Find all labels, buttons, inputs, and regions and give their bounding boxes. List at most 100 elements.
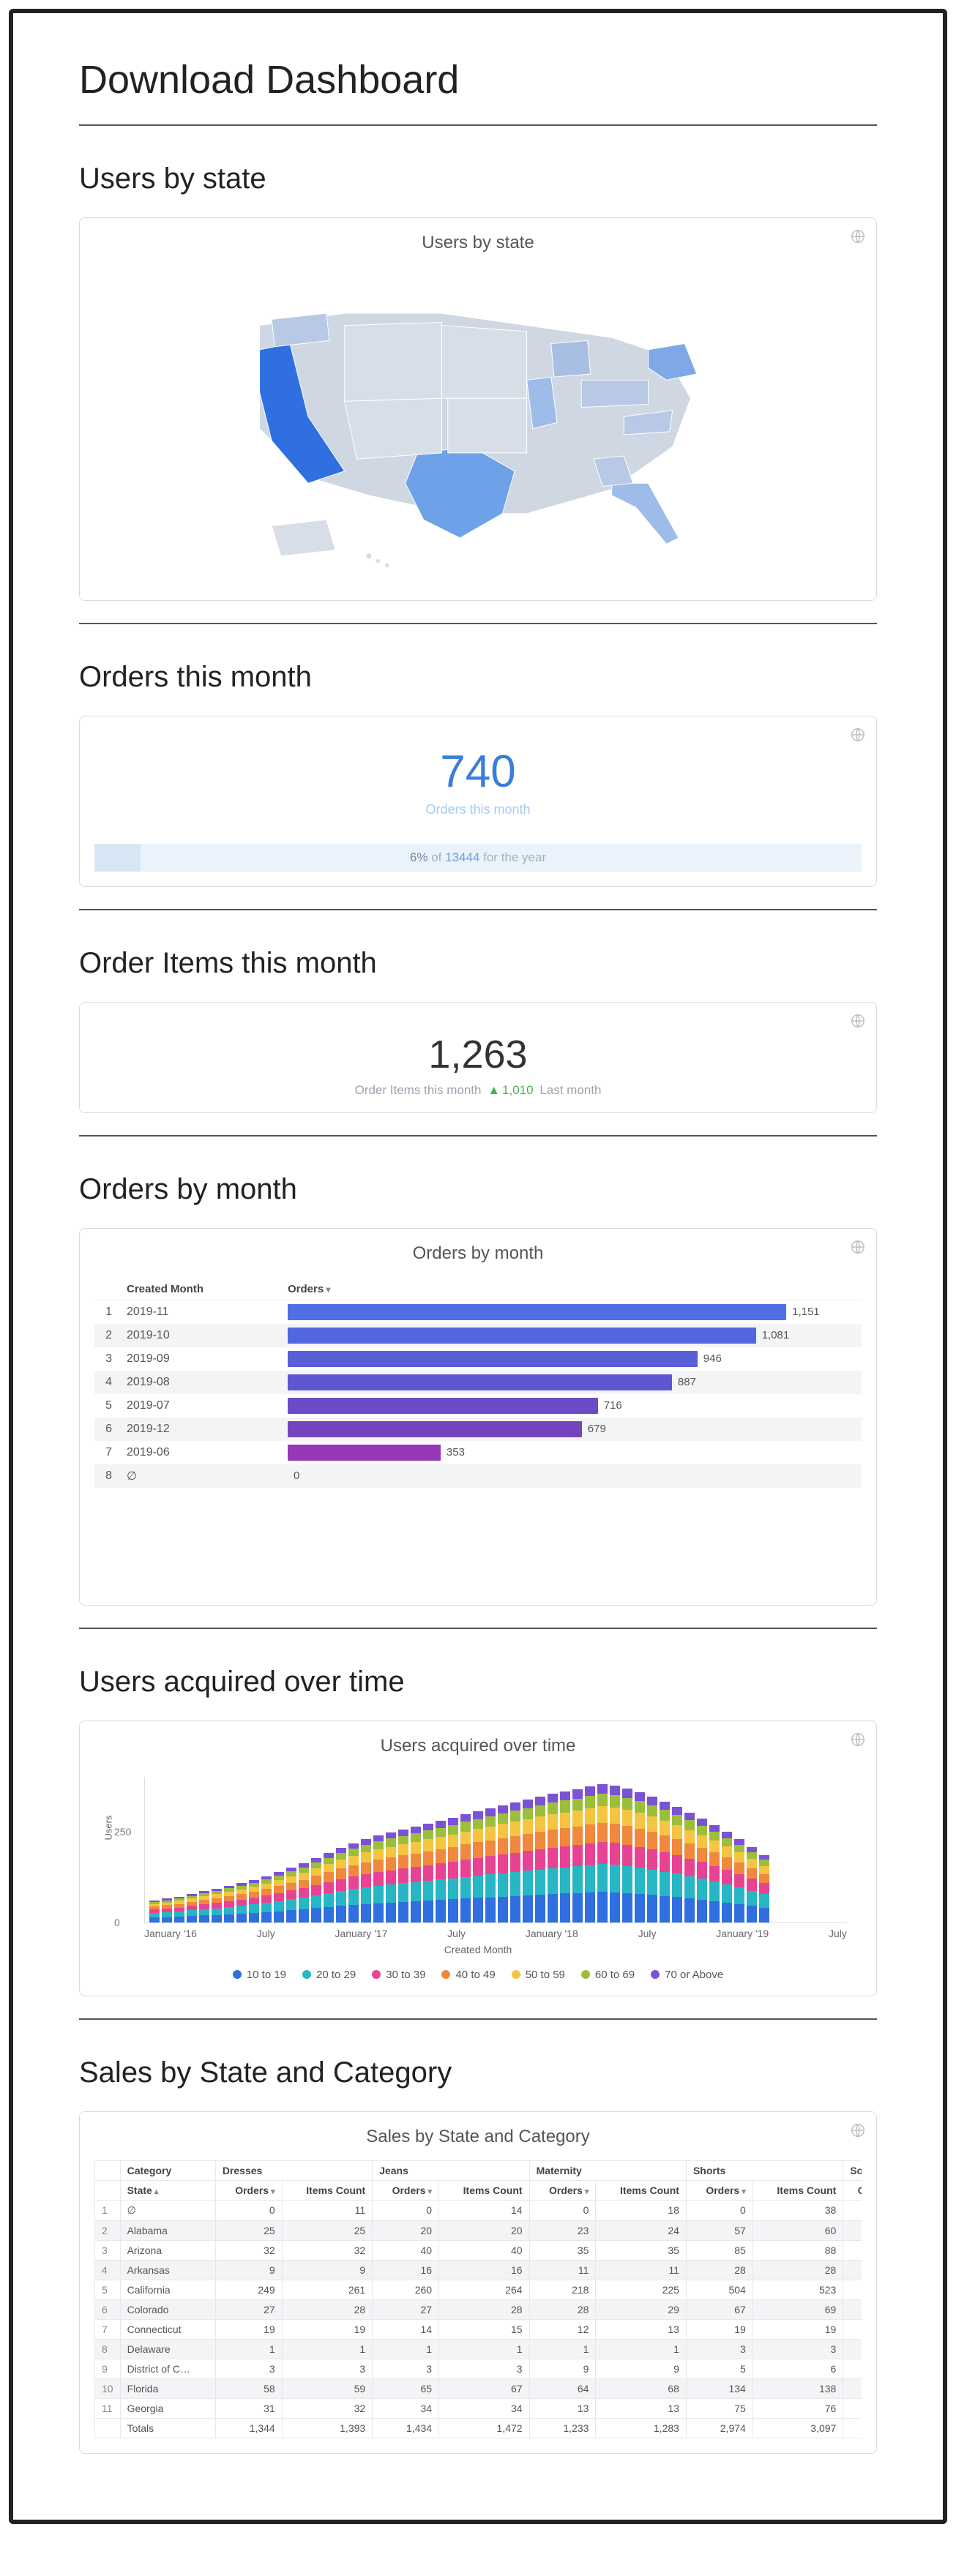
table-row[interactable]: 5California249261260264218225504523 <box>95 2280 862 2299</box>
chart-bar[interactable] <box>336 1848 346 1922</box>
col-created-month[interactable]: Created Month <box>119 1277 280 1300</box>
globe-icon[interactable] <box>850 1013 866 1029</box>
orders-this-month-value[interactable]: 740 <box>94 746 862 798</box>
chart-bar[interactable] <box>199 1891 209 1922</box>
legend-item[interactable]: 10 to 19 <box>233 1969 286 1981</box>
legend-item[interactable]: 60 to 69 <box>581 1969 635 1981</box>
chart-bar[interactable] <box>647 1797 657 1922</box>
col-orders[interactable]: Orders <box>280 1277 862 1300</box>
chart-bar[interactable] <box>174 1897 184 1922</box>
legend-item[interactable]: 30 to 39 <box>372 1969 425 1981</box>
table-row[interactable]: 1∅011014018038 <box>95 2200 862 2220</box>
table-row[interactable]: 42019-08887 <box>94 1371 862 1394</box>
chart-bar[interactable] <box>572 1789 583 1922</box>
chart-bar[interactable] <box>373 1835 384 1922</box>
chart-bar[interactable] <box>523 1800 533 1922</box>
chart-bar[interactable] <box>311 1858 321 1922</box>
chart-bar[interactable] <box>212 1889 222 1922</box>
table-row[interactable]: 32019-09946 <box>94 1347 862 1371</box>
legend-item[interactable]: 50 to 59 <box>512 1969 565 1981</box>
col-state[interactable]: State <box>120 2180 215 2200</box>
chart-bar[interactable] <box>361 1839 371 1922</box>
chart-bar[interactable] <box>510 1802 520 1922</box>
table-row[interactable]: 6Colorado2728272828296769 <box>95 2299 862 2319</box>
chart-bar[interactable] <box>759 1855 769 1922</box>
table-row[interactable]: 22019-101,081 <box>94 1324 862 1347</box>
chart-bar[interactable] <box>324 1853 334 1922</box>
chart-bar[interactable] <box>236 1883 247 1922</box>
sales-by-state-table[interactable]: Category Dresses Jeans Maternity Shorts … <box>94 2160 862 2438</box>
chart-bar[interactable] <box>162 1898 172 1922</box>
chart-bar[interactable] <box>485 1808 496 1922</box>
table-row[interactable]: 11Georgia3132343413137576 <box>95 2398 862 2418</box>
chart-bar[interactable] <box>286 1868 296 1922</box>
col-socks-partial[interactable]: So <box>843 2160 862 2180</box>
chart-bar[interactable] <box>684 1813 695 1922</box>
col-dresses[interactable]: Dresses <box>215 2160 372 2180</box>
chart-bar[interactable] <box>224 1886 234 1922</box>
chart-bar[interactable] <box>560 1791 570 1922</box>
chart-bar[interactable] <box>299 1863 309 1922</box>
order-items-value[interactable]: 1,263 <box>94 1032 862 1077</box>
table-row[interactable]: 8∅0 <box>94 1464 862 1488</box>
table-row[interactable]: 12019-111,151 <box>94 1300 862 1324</box>
chart-bar[interactable] <box>436 1821 446 1922</box>
chart-bar[interactable] <box>672 1807 682 1922</box>
chart-bar[interactable] <box>535 1797 545 1922</box>
chart-bar[interactable] <box>448 1818 458 1922</box>
col-items-count[interactable]: Items Count <box>753 2180 843 2200</box>
chart-bar[interactable] <box>610 1786 620 1922</box>
chart-bar[interactable] <box>348 1843 359 1922</box>
table-row[interactable]: 3Arizona3232404035358588 <box>95 2240 862 2260</box>
us-map[interactable] <box>94 266 862 585</box>
chart-bar[interactable] <box>473 1811 483 1922</box>
globe-icon[interactable] <box>850 1239 866 1255</box>
chart-bar[interactable] <box>697 1819 707 1922</box>
table-row[interactable]: 52019-07716 <box>94 1394 862 1418</box>
table-row[interactable]: 8Delaware11111133 <box>95 2339 862 2359</box>
chart-bar[interactable] <box>423 1824 433 1922</box>
col-jeans[interactable]: Jeans <box>373 2160 529 2180</box>
chart-bar[interactable] <box>597 1784 608 1922</box>
chart-bar[interactable] <box>709 1825 720 1922</box>
table-row[interactable]: 9District of C…33339956 <box>95 2359 862 2378</box>
col-orders[interactable]: Orders <box>373 2180 439 2200</box>
table-row[interactable]: 4Arkansas99161611112828 <box>95 2260 862 2280</box>
chart-bar[interactable] <box>734 1839 744 1922</box>
col-orders[interactable]: Orders <box>686 2180 753 2200</box>
chart-bar[interactable] <box>460 1814 471 1922</box>
chart-bar[interactable] <box>548 1794 558 1922</box>
chart-bar[interactable] <box>585 1786 595 1922</box>
table-row[interactable]: 10Florida585965676468134138 <box>95 2378 862 2398</box>
chart-bar[interactable] <box>274 1872 284 1922</box>
chart-bar[interactable] <box>722 1832 732 1922</box>
col-items-count[interactable]: Items Count <box>596 2180 687 2200</box>
chart-bar[interactable] <box>622 1789 632 1922</box>
globe-icon[interactable] <box>850 1731 866 1748</box>
chart-bar[interactable] <box>635 1792 645 1922</box>
legend-item[interactable]: 20 to 29 <box>302 1969 356 1981</box>
chart-bar[interactable] <box>261 1876 272 1922</box>
col-maternity[interactable]: Maternity <box>529 2160 686 2180</box>
chart-bar[interactable] <box>386 1832 396 1922</box>
chart-bar[interactable] <box>149 1901 160 1922</box>
col-orders-partial[interactable]: Or <box>843 2180 862 2200</box>
table-row[interactable]: 72019-06353 <box>94 1441 862 1464</box>
chart-bar[interactable] <box>660 1802 670 1922</box>
globe-icon[interactable] <box>850 228 866 244</box>
col-items-count[interactable]: Items Count <box>282 2180 373 2200</box>
chart-bar[interactable] <box>249 1880 259 1922</box>
table-row[interactable]: 2Alabama2525202023245760 <box>95 2220 862 2240</box>
col-shorts[interactable]: Shorts <box>686 2160 843 2180</box>
users-acquired-chart[interactable]: Users 0 250 <box>144 1777 847 1923</box>
col-items-count[interactable]: Items Count <box>439 2180 530 2200</box>
chart-bar[interactable] <box>411 1827 421 1922</box>
legend-item[interactable]: 40 to 49 <box>441 1969 495 1981</box>
chart-bar[interactable] <box>747 1847 757 1922</box>
chart-bar[interactable] <box>498 1805 508 1922</box>
globe-icon[interactable] <box>850 727 866 743</box>
col-orders[interactable]: Orders <box>529 2180 596 2200</box>
chart-bar[interactable] <box>187 1894 197 1922</box>
chart-bar[interactable] <box>398 1830 408 1922</box>
globe-icon[interactable] <box>850 2122 866 2138</box>
